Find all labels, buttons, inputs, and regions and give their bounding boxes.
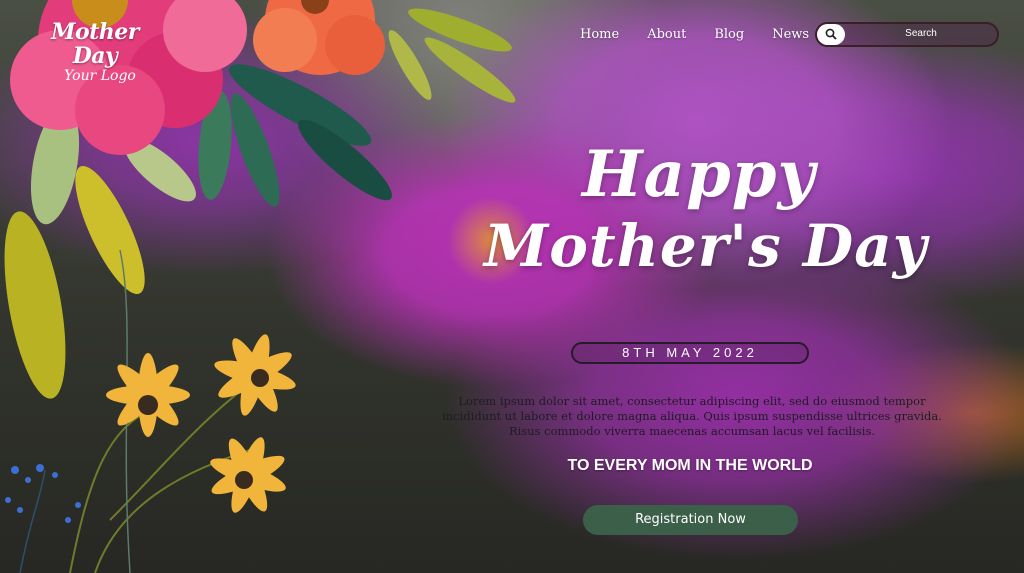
nav-item-news[interactable]: News bbox=[772, 27, 809, 42]
site-logo[interactable]: Mother Day Your Logo bbox=[30, 20, 160, 84]
hero-title-line2: Mother's Day bbox=[484, 212, 928, 280]
search-icon bbox=[825, 28, 837, 40]
nav-item-about[interactable]: About bbox=[647, 27, 686, 42]
search-input[interactable]: Search bbox=[845, 28, 997, 39]
hero-title-line1: Happy bbox=[582, 137, 816, 212]
nav-item-home[interactable]: Home bbox=[580, 27, 619, 42]
event-date-badge: 8TH MAY 2022 bbox=[571, 342, 809, 364]
hero-heading: Happy Mother's Day bbox=[484, 137, 930, 282]
search-button[interactable] bbox=[817, 24, 845, 45]
logo-subtitle: Your Logo bbox=[64, 68, 136, 84]
top-navigation: Home About Blog News bbox=[580, 27, 837, 42]
nav-item-blog[interactable]: Blog bbox=[714, 27, 744, 42]
hero-tagline: TO EVERY MOM IN THE WORLD bbox=[567, 457, 813, 474]
search-bar[interactable]: Search bbox=[815, 22, 999, 47]
logo-title: Mother Day bbox=[51, 19, 139, 69]
registration-button[interactable]: Registration Now bbox=[583, 505, 798, 535]
flower-bouquet-decoration bbox=[4, 0, 516, 573]
hero-description: Lorem ipsum dolor sit amet, consectetur … bbox=[442, 394, 942, 438]
